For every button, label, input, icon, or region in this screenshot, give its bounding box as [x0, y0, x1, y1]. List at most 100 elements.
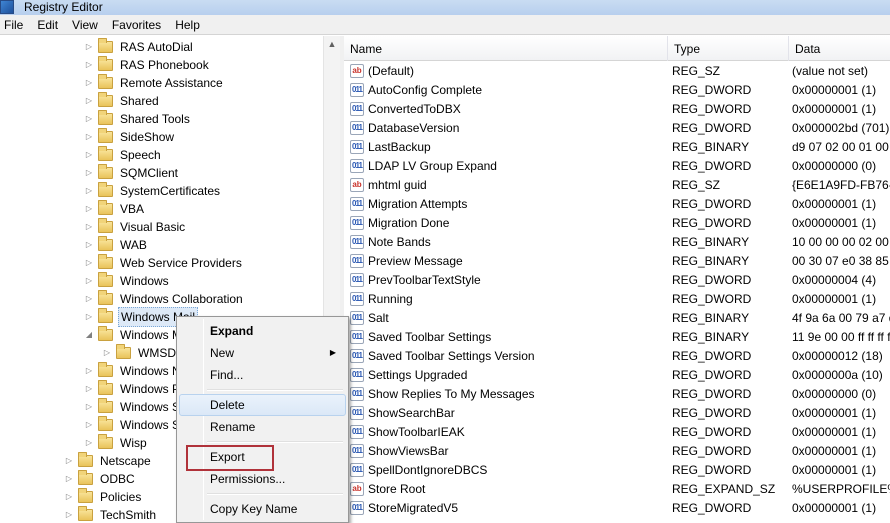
column-header-data[interactable]: Data — [789, 36, 890, 61]
tree-node[interactable]: ▷ Shared — [84, 92, 161, 110]
value-row[interactable]: 011 Saved Toolbar Settings REG_BINARY 11 9e… — [344, 328, 890, 347]
tree-node[interactable]: ▷ RAS Phonebook — [84, 56, 211, 74]
tree-node[interactable]: ▷ Windows P — [84, 380, 182, 398]
value-row[interactable]: 011 PrevToolbarTextStyle REG_DWORD 0x000000… — [344, 271, 890, 290]
expand-arrow-icon[interactable]: ▷ — [84, 164, 94, 182]
value-row[interactable]: 011 SpellDontIgnoreDBCS REG_DWORD 0x0000000… — [344, 461, 890, 480]
value-row[interactable]: 011 ShowViewsBar REG_DWORD 0x00000001 (1) — [344, 442, 890, 461]
tree-node[interactable]: ▷ Windows S — [84, 416, 182, 434]
menu-item-delete[interactable]: Delete — [179, 394, 346, 416]
menu-item-copy-key-name[interactable]: Copy Key Name — [179, 498, 346, 520]
value-row[interactable]: 011 Show Replies To My Messages REG_DWORD 0… — [344, 385, 890, 404]
expand-arrow-icon[interactable]: ▷ — [84, 74, 94, 92]
expand-arrow-icon[interactable]: ▷ — [84, 290, 94, 308]
value-row[interactable]: 011 Note Bands REG_BINARY 10 00 00 00 02 00… — [344, 233, 890, 252]
expand-arrow-icon[interactable]: ▷ — [64, 470, 74, 488]
value-row[interactable]: 011 AutoConfig Complete REG_DWORD 0x0000000… — [344, 81, 890, 100]
tree-node[interactable]: ▷ Visual Basic — [84, 218, 187, 236]
expand-arrow-icon[interactable]: ▷ — [84, 200, 94, 218]
expand-arrow-icon[interactable]: ▷ — [84, 110, 94, 128]
menu-item-rename[interactable]: Rename — [179, 416, 346, 438]
expand-arrow-icon[interactable]: ▷ — [64, 452, 74, 470]
values-list[interactable]: Name Type Data ab (Default) REG_SZ (value n… — [344, 36, 890, 523]
expand-arrow-icon[interactable]: ▷ — [84, 38, 94, 56]
menu-item-expand[interactable]: Expand — [179, 320, 346, 342]
menu-item-find[interactable]: Find... — [179, 364, 346, 386]
tree-node[interactable]: ▷ Windows — [84, 272, 171, 290]
value-row[interactable]: ab mhtml guid REG_SZ {E6E1A9FD-FB76-4 — [344, 176, 890, 195]
value-row[interactable]: 011 Salt REG_BINARY 4f 9a 6a 00 79 a7 d3 — [344, 309, 890, 328]
value-row[interactable]: 011 StoreMigratedV5 REG_DWORD 0x00000001 (1… — [344, 499, 890, 518]
tree-node[interactable]: ▷ ODBC — [64, 470, 137, 488]
expand-arrow-icon[interactable]: ▷ — [64, 488, 74, 506]
value-data: 0x00000001 (1) — [792, 102, 877, 116]
tree-node[interactable]: ▷ WAB — [84, 236, 149, 254]
tree-node[interactable]: ▷ Remote Assistance — [84, 74, 225, 92]
column-header-type[interactable]: Type — [668, 36, 789, 61]
tree-node[interactable]: ▷ SQMClient — [84, 164, 180, 182]
tree-node[interactable]: ▷ RAS AutoDial — [84, 38, 195, 56]
expand-arrow-icon[interactable]: ▷ — [84, 398, 94, 416]
tree-node[interactable]: ▷ Policies — [64, 488, 143, 506]
expand-arrow-icon[interactable]: ▷ — [84, 128, 94, 146]
tree-node[interactable]: ▷ VBA — [84, 200, 146, 218]
tree-node[interactable]: ▷ Web Service Providers — [84, 254, 244, 272]
expand-arrow-icon[interactable]: ▷ — [84, 254, 94, 272]
tree-node[interactable]: ▷ WMSD — [102, 344, 178, 362]
tree-node[interactable]: ▷ Windows Collaboration — [84, 290, 245, 308]
expand-arrow-icon[interactable]: ▷ — [84, 362, 94, 380]
expand-arrow-icon[interactable]: ▷ — [84, 218, 94, 236]
menu-favorites[interactable]: Favorites — [105, 15, 168, 35]
value-row[interactable]: 011 ShowSearchBar REG_DWORD 0x00000001 (1) — [344, 404, 890, 423]
tree-node[interactable]: ▷ Windows N — [84, 362, 183, 380]
expand-arrow-icon[interactable]: ▷ — [102, 344, 112, 362]
tree-node[interactable]: ▷ Speech — [84, 146, 163, 164]
tree-node[interactable]: ▷ TechSmith — [64, 506, 158, 523]
expand-arrow-icon[interactable]: ▷ — [84, 146, 94, 164]
collapse-arrow-icon[interactable]: ◢ — [84, 326, 94, 344]
value-row[interactable]: 011 Running REG_DWORD 0x00000001 (1) — [344, 290, 890, 309]
value-row[interactable]: 011 ShowToolbarIEAK REG_DWORD 0x00000001 (1… — [344, 423, 890, 442]
expand-arrow-icon[interactable]: ▷ — [84, 308, 94, 326]
expand-arrow-icon[interactable]: ▷ — [84, 56, 94, 74]
scroll-up-icon[interactable]: ▲ — [324, 36, 340, 52]
value-row[interactable]: 011 LastBackup REG_BINARY d9 07 02 00 01 00… — [344, 138, 890, 157]
tree-node[interactable]: ▷ SystemCertificates — [84, 182, 222, 200]
menu-help[interactable]: Help — [168, 15, 207, 35]
expand-arrow-icon[interactable]: ▷ — [84, 434, 94, 452]
binary-value-icon: 011 — [350, 387, 364, 401]
value-row[interactable]: ab Store Root REG_EXPAND_SZ %USERPROFILE%\ — [344, 480, 890, 499]
folder-icon — [78, 488, 93, 503]
value-row[interactable]: 011 Saved Toolbar Settings Version REG_DWO… — [344, 347, 890, 366]
binary-value-icon: 011 — [350, 501, 364, 515]
value-row[interactable]: 011 Migration Attempts REG_DWORD 0x00000001… — [344, 195, 890, 214]
expand-arrow-icon[interactable]: ▷ — [84, 236, 94, 254]
tree-node[interactable]: ◢ Windows M — [84, 326, 184, 344]
tree-node[interactable]: ▷ Shared Tools — [84, 110, 192, 128]
expand-arrow-icon[interactable]: ▷ — [84, 182, 94, 200]
menu-item-permissions[interactable]: Permissions... — [179, 468, 346, 490]
menu-view[interactable]: View — [65, 15, 105, 35]
expand-arrow-icon[interactable]: ▷ — [84, 272, 94, 290]
value-row[interactable]: 011 Migration Done REG_DWORD 0x00000001 (1) — [344, 214, 890, 233]
expand-arrow-icon[interactable]: ▷ — [84, 92, 94, 110]
folder-icon — [98, 218, 113, 233]
menu-file[interactable]: File — [0, 15, 30, 35]
menu-edit[interactable]: Edit — [30, 15, 65, 35]
value-row[interactable]: ab (Default) REG_SZ (value not set) — [344, 62, 890, 81]
tree-node[interactable]: ▷ Windows S — [84, 398, 182, 416]
value-row[interactable]: 011 Preview Message REG_BINARY 00 30 07 e0 … — [344, 252, 890, 271]
column-header-name[interactable]: Name — [344, 36, 668, 61]
value-row[interactable]: 011 ConvertedToDBX REG_DWORD 0x00000001 (1) — [344, 100, 890, 119]
tree-node[interactable]: ▷ SideShow — [84, 128, 176, 146]
expand-arrow-icon[interactable]: ▷ — [64, 506, 74, 523]
tree-node[interactable]: ▷ Wisp — [84, 434, 149, 452]
tree-node[interactable]: ▷ Netscape — [64, 452, 153, 470]
expand-arrow-icon[interactable]: ▷ — [84, 380, 94, 398]
expand-arrow-icon[interactable]: ▷ — [84, 416, 94, 434]
value-row[interactable]: 011 DatabaseVersion REG_DWORD 0x000002bd (7… — [344, 119, 890, 138]
menu-item-new[interactable]: New ▶ — [179, 342, 346, 364]
value-row[interactable]: 011 Settings Upgraded REG_DWORD 0x0000000a … — [344, 366, 890, 385]
value-row[interactable]: 011 LDAP LV Group Expand REG_DWORD 0x000000… — [344, 157, 890, 176]
binary-value-icon: 011 — [350, 83, 364, 97]
